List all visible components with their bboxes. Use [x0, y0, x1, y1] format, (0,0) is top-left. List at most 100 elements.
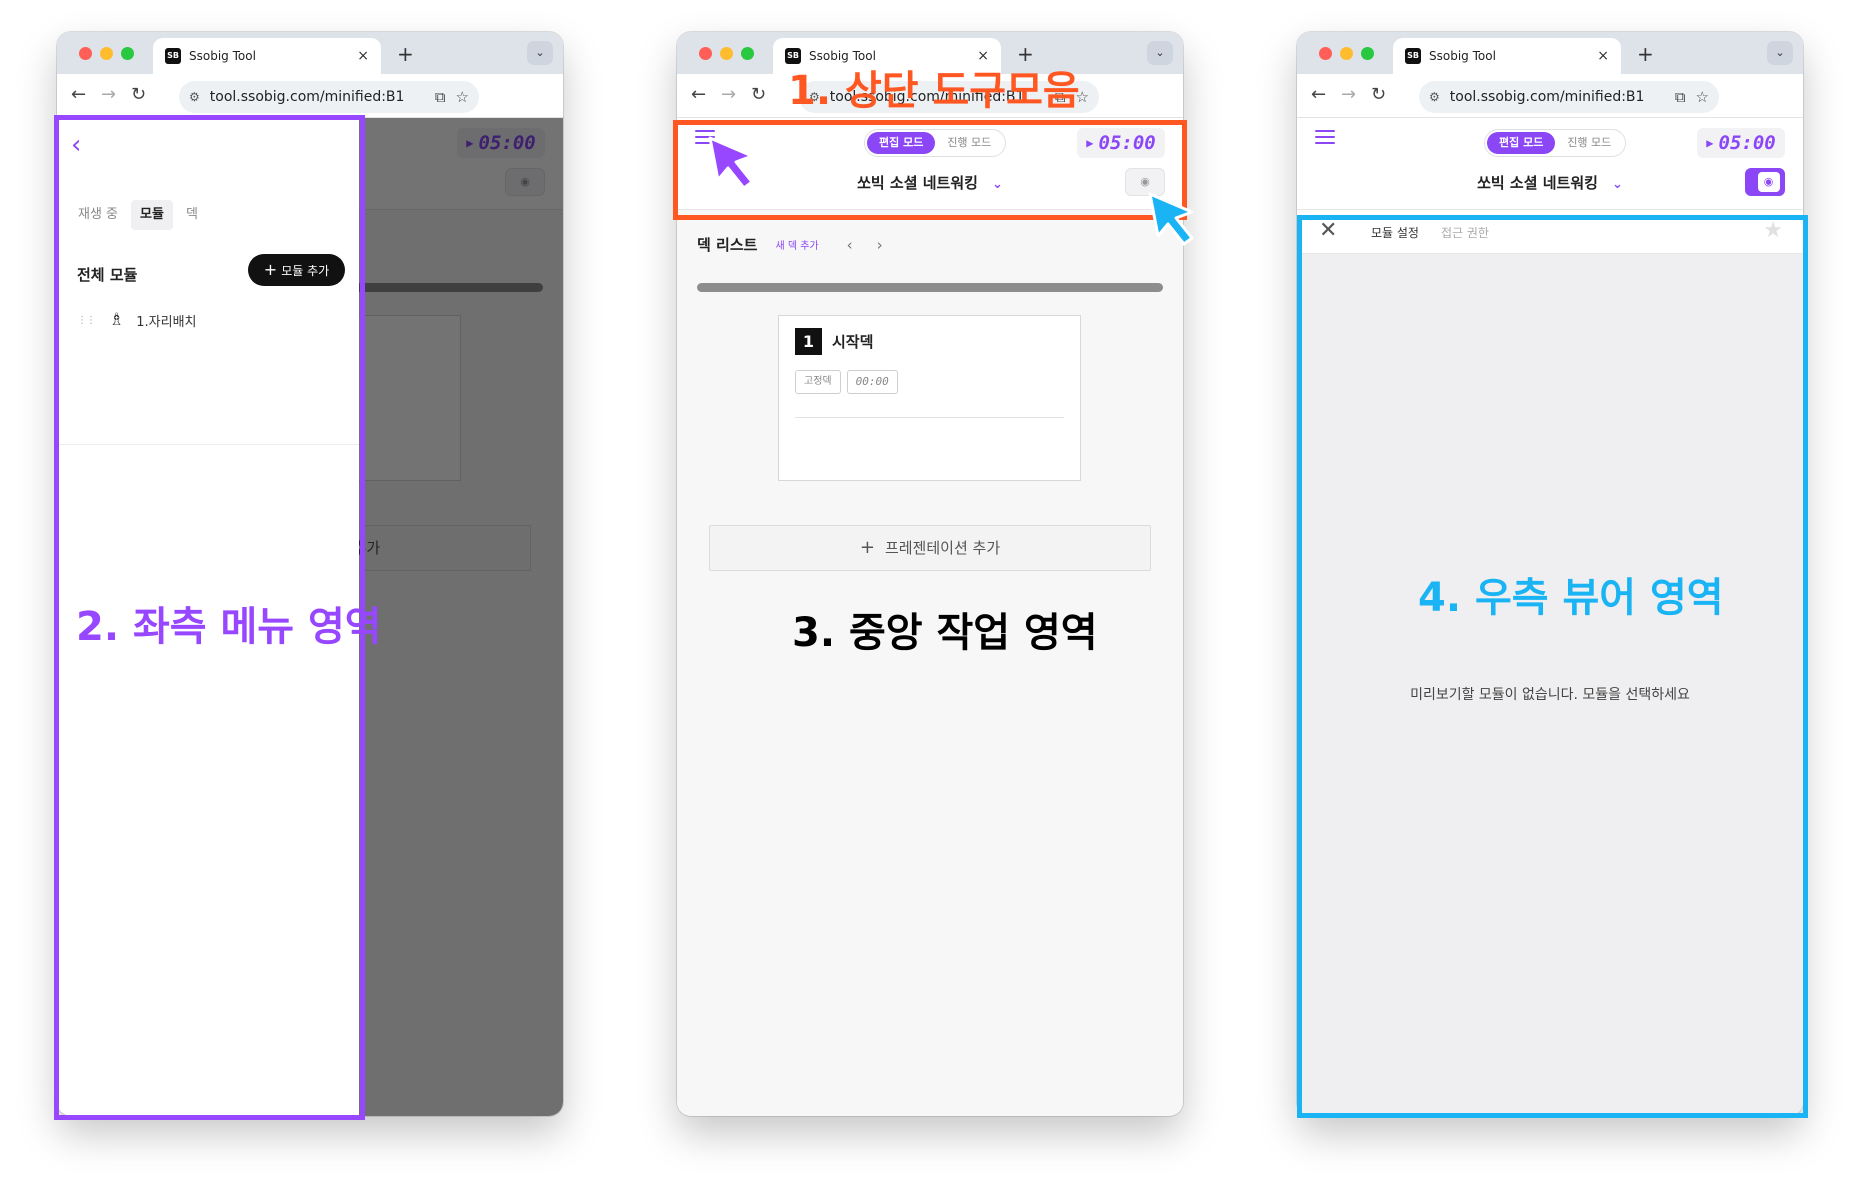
drawer-tabs: 재생 중 모듈 덱	[69, 200, 207, 230]
deck-time-chip[interactable]: 00:00	[846, 370, 898, 394]
plus-icon: +	[859, 537, 875, 558]
maximize-window-button[interactable]	[1361, 47, 1374, 60]
tab-bar: SB Ssobig Tool × + ⌄	[57, 32, 563, 74]
close-icon[interactable]: ✕	[1319, 218, 1337, 243]
back-icon[interactable]: ←	[1311, 84, 1326, 105]
tab-decks[interactable]: 덱	[177, 200, 207, 230]
forward-icon[interactable]: →	[1341, 84, 1356, 105]
forward-icon[interactable]: →	[101, 84, 116, 105]
module-list-item[interactable]: ⋮⋮ ♗ 1.자리배치	[77, 310, 197, 330]
eye-icon: ◉	[1757, 172, 1780, 192]
back-icon[interactable]: ←	[691, 84, 706, 105]
tab-now-playing[interactable]: 재생 중	[69, 200, 127, 230]
reload-icon[interactable]: ↻	[131, 84, 146, 105]
deck-progress-bar	[697, 283, 1163, 292]
maximize-window-button[interactable]	[121, 47, 134, 60]
preview-toggle[interactable]: ◉	[1745, 168, 1785, 196]
viewer-tabs: 모듈 설정 접근 권한	[1371, 224, 1489, 241]
url-input[interactable]: ⚙ tool.ssobig.com/minified:B1 ⧉ ☆	[1419, 81, 1719, 113]
bookmark-star-icon[interactable]: ☆	[1696, 88, 1709, 106]
forward-icon[interactable]: →	[721, 84, 736, 105]
mode-toggle: 편집 모드 진행 모드	[864, 129, 1007, 157]
deck-number-badge: 1	[795, 328, 822, 355]
drawer-divider	[57, 444, 359, 445]
module-label: 1.자리배치	[136, 314, 197, 330]
annotation-left-menu: 2. 좌측 메뉴 영역	[76, 604, 382, 650]
deck-card[interactable]: 1 시작덱 고정덱 00:00	[778, 315, 1081, 481]
minimize-window-button[interactable]	[1340, 47, 1353, 60]
close-tab-icon[interactable]: ×	[357, 48, 369, 64]
browser-tab[interactable]: SB Ssobig Tool ×	[153, 38, 381, 74]
edit-mode-button[interactable]: 편집 모드	[867, 132, 936, 154]
url-input[interactable]: ⚙ tool.ssobig.com/minified:B1 ⧉ ☆	[179, 81, 479, 113]
session-title-dropdown[interactable]: 쏘빅 소셜 네트워킹 ⌄	[1297, 172, 1803, 193]
fixed-deck-chip[interactable]: 고정덱	[795, 370, 841, 394]
annotation-right-viewer: 4. 우측 뷰어 영역	[1418, 575, 1724, 621]
tab-menu-button[interactable]: ⌄	[1767, 41, 1793, 65]
window-controls	[79, 47, 134, 60]
deck-list-header: 덱 리스트 새 덱 추가 ‹ ›	[697, 234, 883, 255]
session-title: 쏘빅 소셜 네트워킹	[857, 174, 978, 192]
minimize-window-button[interactable]	[720, 47, 733, 60]
reload-icon[interactable]: ↻	[1371, 84, 1386, 105]
reload-icon[interactable]: ↻	[751, 84, 766, 105]
window-controls	[1319, 47, 1374, 60]
add-presentation-label: 프레젠테이션 추가	[884, 539, 1001, 557]
favicon-icon: SB	[165, 48, 181, 64]
close-window-button[interactable]	[79, 47, 92, 60]
timer-display[interactable]: ▶ 05:00	[1697, 128, 1785, 158]
open-external-icon[interactable]: ⧉	[1675, 88, 1686, 106]
blue-cursor-arrow-icon	[1148, 192, 1194, 246]
app-toolbar: 편집 모드 진행 모드 ▶ 05:00 쏘빅 소셜 네트워킹 ⌄ ◉	[1297, 118, 1803, 210]
tab-module-settings[interactable]: 모듈 설정	[1371, 224, 1419, 241]
url-text: tool.ssobig.com/minified:B1	[209, 89, 405, 105]
viewer-header: ✕ 모듈 설정 접근 권한 ★	[1297, 210, 1803, 254]
tab-access-permissions[interactable]: 접근 권한	[1441, 224, 1489, 241]
browser-window-center: SB Ssobig Tool × + ⌄ ← → ↻ ⚙ tool.ssobig…	[677, 32, 1183, 1116]
deck-list-title: 덱 리스트	[697, 236, 758, 254]
back-chevron-icon[interactable]: ‹	[71, 132, 81, 158]
maximize-window-button[interactable]	[741, 47, 754, 60]
edit-mode-button[interactable]: 편집 모드	[1487, 132, 1556, 154]
new-deck-link[interactable]: 새 덱 추가	[775, 237, 818, 252]
run-mode-button[interactable]: 진행 모드	[1555, 132, 1623, 154]
new-tab-button[interactable]: +	[1637, 42, 1654, 66]
close-tab-icon[interactable]: ×	[1597, 48, 1609, 64]
url-text: tool.ssobig.com/minified:B1	[1449, 89, 1645, 105]
close-window-button[interactable]	[1319, 47, 1332, 60]
timer-value: 05:00	[1098, 132, 1156, 154]
prev-deck-icon[interactable]: ‹	[847, 236, 853, 254]
bookmark-star-icon[interactable]: ☆	[456, 88, 469, 106]
timer-value: 05:00	[1718, 132, 1776, 154]
tab-menu-button[interactable]: ⌄	[527, 41, 553, 65]
add-presentation-button[interactable]: + 프레젠테이션 추가	[709, 525, 1151, 571]
hamburger-menu-icon[interactable]	[1315, 130, 1335, 146]
tab-modules[interactable]: 모듈	[131, 200, 173, 230]
site-settings-icon[interactable]: ⚙	[1429, 90, 1440, 104]
run-mode-button[interactable]: 진행 모드	[935, 132, 1003, 154]
favicon-icon: SB	[1405, 48, 1421, 64]
open-external-icon[interactable]: ⧉	[435, 88, 446, 106]
deck-chips: 고정덱 00:00	[795, 370, 898, 394]
close-window-button[interactable]	[699, 47, 712, 60]
mode-toggle: 편집 모드 진행 모드	[1484, 129, 1627, 157]
drag-handle-icon[interactable]: ⋮⋮	[77, 315, 96, 326]
site-settings-icon[interactable]: ⚙	[189, 90, 200, 104]
purple-cursor-arrow-icon	[708, 136, 754, 190]
address-bar: ← → ↻ ⚙ tool.ssobig.com/minified:B1 ⧉ ☆	[1297, 74, 1803, 118]
tab-menu-button[interactable]: ⌄	[1147, 41, 1173, 65]
next-deck-icon[interactable]: ›	[877, 236, 883, 254]
minimize-window-button[interactable]	[100, 47, 113, 60]
browser-window-left-menu: SB Ssobig Tool × + ⌄ ← → ↻ ⚙ tool.ssobig…	[57, 32, 563, 1116]
chevron-down-icon: ⌄	[1611, 177, 1623, 192]
session-title: 쏘빅 소셜 네트워킹	[1477, 174, 1598, 192]
seating-icon: ♗	[109, 310, 125, 330]
right-viewer-panel: ✕ 모듈 설정 접근 권한 ★ 미리보기할 모듈이 없습니다. 모듈을 선택하세…	[1297, 210, 1803, 1116]
new-tab-button[interactable]: +	[397, 42, 414, 66]
back-icon[interactable]: ←	[71, 84, 86, 105]
browser-tab[interactable]: SB Ssobig Tool ×	[1393, 38, 1621, 74]
window-controls	[699, 47, 754, 60]
timer-display[interactable]: ▶ 05:00	[1077, 128, 1165, 158]
star-icon[interactable]: ★	[1763, 218, 1783, 243]
add-module-button[interactable]: + 모듈 추가	[248, 254, 345, 286]
